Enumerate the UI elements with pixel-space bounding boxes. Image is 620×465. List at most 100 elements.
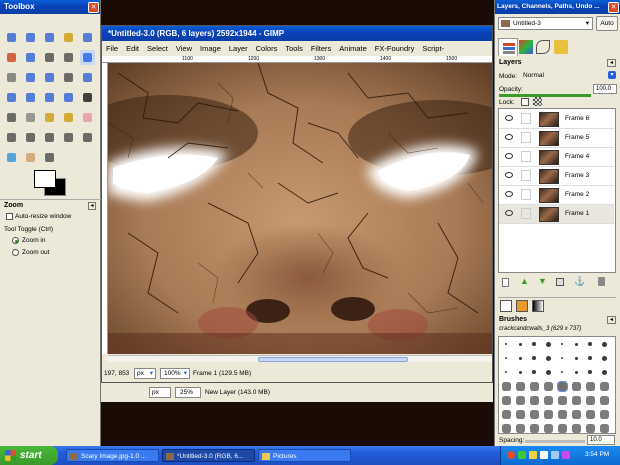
brush-preview[interactable]	[574, 356, 578, 360]
rotate-tool-icon[interactable]	[80, 70, 95, 85]
brush-preview[interactable]	[599, 409, 609, 419]
brush-preview[interactable]	[532, 342, 536, 346]
brush-preview[interactable]	[545, 341, 551, 347]
toolbox-close-icon[interactable]: ✕	[88, 2, 99, 13]
brush-preview[interactable]	[518, 342, 522, 346]
brush-preview[interactable]	[529, 395, 539, 405]
brush-preview[interactable]	[501, 409, 511, 419]
bucket-fill-tool-icon[interactable]	[4, 110, 19, 125]
tray-icon-5[interactable]	[551, 451, 559, 459]
scale-tool-icon[interactable]	[4, 90, 19, 105]
brushes-menu-icon[interactable]: ◂	[607, 316, 616, 324]
shear-tool-icon[interactable]	[23, 90, 38, 105]
zoom-in-radio[interactable]	[12, 237, 19, 244]
brush-preview[interactable]	[571, 409, 581, 419]
foreground-color-swatch[interactable]	[34, 170, 56, 188]
image-selector[interactable]: Untitled-3 ▾	[498, 17, 593, 30]
visibility-eye-icon[interactable]	[505, 153, 513, 159]
pencil-tool-icon[interactable]	[42, 110, 57, 125]
menu-file[interactable]: File	[106, 44, 118, 53]
brush-preview[interactable]	[574, 342, 578, 346]
brush-preview[interactable]	[571, 381, 581, 391]
brush-preview[interactable]	[529, 381, 539, 391]
brush-preview[interactable]	[518, 356, 522, 360]
brush-preview[interactable]	[561, 343, 563, 345]
select-by-color-tool-icon[interactable]	[80, 30, 95, 45]
brush-preview[interactable]	[588, 342, 592, 346]
layer-row[interactable]: Frame 2	[499, 186, 614, 205]
brush-preview[interactable]	[585, 423, 595, 433]
menu-layer[interactable]: Layer	[229, 44, 248, 53]
tab-brushes-icon[interactable]	[500, 300, 512, 312]
brush-preview[interactable]	[571, 395, 581, 405]
menu-image[interactable]: Image	[200, 44, 221, 53]
brush-preview[interactable]	[599, 381, 609, 391]
crop-tool-icon[interactable]	[61, 70, 76, 85]
free-select-tool-icon[interactable]	[42, 30, 57, 45]
clone-tool-icon[interactable]	[42, 130, 57, 145]
airbrush-tool-icon[interactable]	[4, 130, 19, 145]
brush-preview[interactable]	[543, 423, 553, 433]
visibility-eye-icon[interactable]	[505, 115, 513, 121]
layers-menu-icon[interactable]: ◂	[607, 59, 616, 67]
spacing-slider[interactable]	[525, 440, 585, 443]
brush-preview[interactable]	[529, 409, 539, 419]
layer-row[interactable]: Frame 6	[499, 110, 614, 129]
foreground-background-colors[interactable]	[32, 168, 70, 198]
layers-dock-titlebar[interactable]: Layers, Channels, Paths, Undo ...	[495, 0, 620, 14]
brush-preview[interactable]	[501, 423, 511, 433]
tab-gradients-icon[interactable]	[532, 300, 544, 312]
layers-dock-close-icon[interactable]: ✕	[608, 2, 619, 13]
brush-preview[interactable]	[561, 371, 563, 373]
taskbar-task-untitled[interactable]: *Untitled-3.0 (RGB, 6...	[162, 449, 255, 462]
brush-preview[interactable]	[599, 395, 609, 405]
paths-tool-icon[interactable]	[42, 50, 57, 65]
start-button[interactable]: start	[0, 446, 58, 465]
perspective-clone-tool-icon[interactable]	[80, 130, 95, 145]
scrollbar-thumb[interactable]	[258, 357, 408, 362]
opacity-slider[interactable]	[499, 94, 591, 97]
tray-icon-3[interactable]	[529, 451, 537, 459]
tab-layers-icon[interactable]	[498, 38, 518, 56]
horizontal-scrollbar[interactable]	[108, 355, 492, 362]
menu-tools[interactable]: Tools	[285, 44, 303, 53]
align-tool-icon[interactable]	[42, 70, 57, 85]
eraser-tool-icon[interactable]	[80, 110, 95, 125]
brush-preview[interactable]	[585, 409, 595, 419]
lower-layer-icon[interactable]: ▼	[538, 276, 547, 286]
brush-preview[interactable]	[543, 409, 553, 419]
chain-toggle[interactable]	[521, 132, 531, 143]
blur-tool-icon[interactable]	[4, 150, 19, 165]
taskbar-task-scary-image[interactable]: Scary Image.jpg-1.0 ...	[66, 449, 159, 462]
auto-resize-checkbox-row[interactable]: Auto-resize window	[6, 213, 71, 220]
image-canvas[interactable]	[108, 63, 492, 354]
brush-preview[interactable]	[599, 423, 609, 433]
anchor-layer-icon[interactable]: ⚓	[574, 276, 585, 287]
brush-preview[interactable]	[529, 423, 539, 433]
tray-icon-1[interactable]	[507, 451, 515, 459]
menu-edit[interactable]: Edit	[126, 44, 139, 53]
brush-preview[interactable]	[518, 370, 522, 374]
mode-select[interactable]: Normal ▾	[521, 70, 617, 81]
visibility-eye-icon[interactable]	[505, 172, 513, 178]
zoom-options-menu-icon[interactable]: ◂	[88, 202, 96, 210]
text-tool-icon[interactable]	[80, 90, 95, 105]
zoom-tool-icon[interactable]	[80, 50, 95, 65]
blend-tool-icon[interactable]	[23, 110, 38, 125]
visibility-eye-icon[interactable]	[505, 210, 513, 216]
brush-preview[interactable]	[561, 357, 563, 359]
brush-preview[interactable]	[601, 355, 607, 361]
menu-animate[interactable]: Animate	[339, 44, 367, 53]
perspective-tool-icon[interactable]	[42, 90, 57, 105]
brush-preview[interactable]	[501, 381, 511, 391]
tray-icon-2[interactable]	[518, 451, 526, 459]
ellipse-select-tool-icon[interactable]	[23, 30, 38, 45]
visibility-eye-icon[interactable]	[505, 134, 513, 140]
brush-preview[interactable]	[515, 423, 525, 433]
tray-icon-4[interactable]	[540, 451, 548, 459]
flip-tool-icon[interactable]	[61, 90, 76, 105]
brush-preview[interactable]	[543, 381, 553, 391]
taskbar-task-pictures[interactable]: Pictures	[258, 449, 351, 462]
fuzzy-select-tool-icon[interactable]	[61, 30, 76, 45]
chain-toggle[interactable]	[521, 189, 531, 200]
